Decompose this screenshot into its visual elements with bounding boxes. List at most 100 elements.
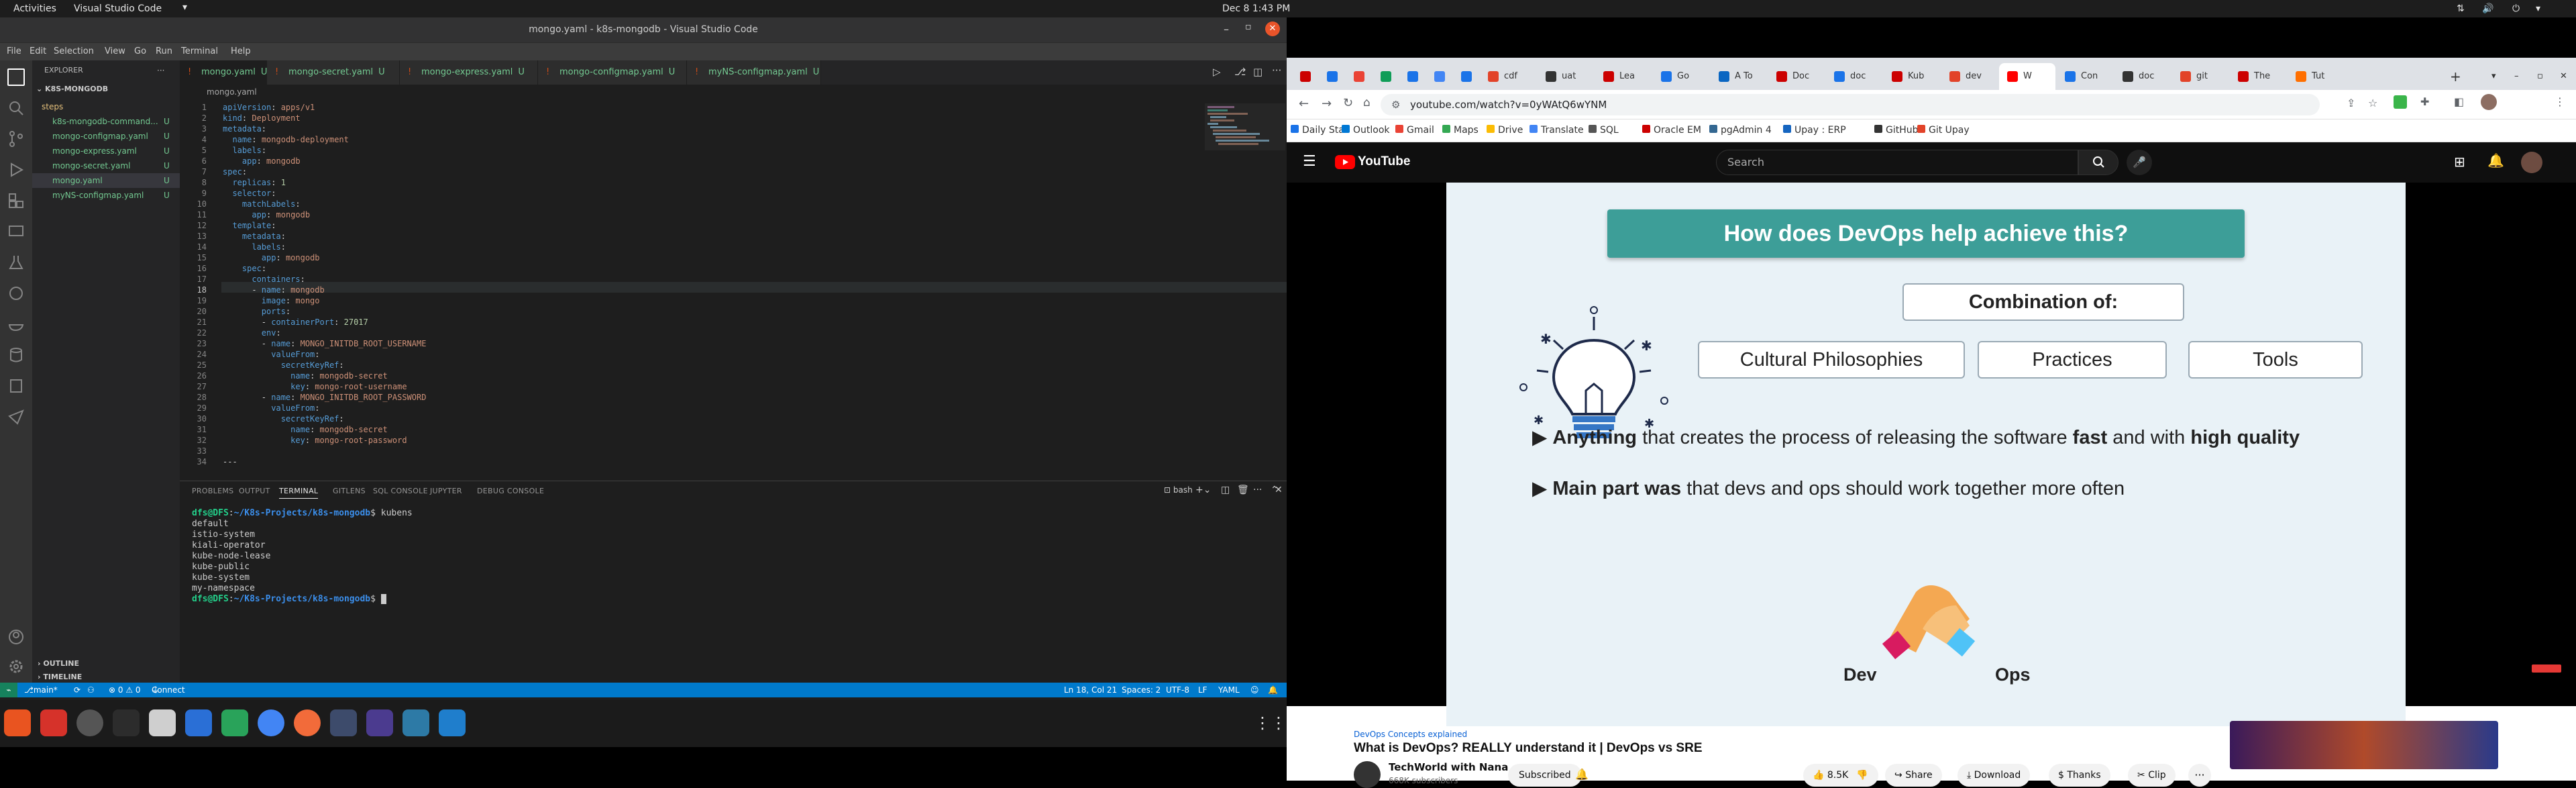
chrome-menu-icon[interactable]: ⋮ xyxy=(2555,95,2565,108)
browser-tab[interactable]: The xyxy=(2230,63,2286,90)
run-icon[interactable]: ▷ xyxy=(1213,66,1221,78)
screenshot-icon[interactable] xyxy=(402,709,429,736)
network-icon[interactable]: ⇅ xyxy=(2457,3,2465,14)
menu-terminal[interactable]: Terminal xyxy=(181,46,218,56)
docker-icon[interactable] xyxy=(7,315,25,333)
activities-button[interactable]: Activities xyxy=(13,3,56,14)
share-icon[interactable]: ⇪ xyxy=(2347,97,2355,109)
browser-tab[interactable] xyxy=(1453,63,1480,90)
back-icon[interactable]: ← xyxy=(1299,97,1309,111)
terminal-shell-label[interactable]: ⊡ bash xyxy=(1164,485,1193,495)
thanks-button[interactable]: $ Thanks xyxy=(2049,764,2110,787)
bookmark-item[interactable]: SQL xyxy=(1589,125,1619,136)
split-terminal-icon[interactable]: ◫ xyxy=(1221,485,1230,495)
minimap[interactable] xyxy=(1205,103,1285,164)
cursor-position[interactable]: Ln 18, Col 21 xyxy=(1064,683,1117,697)
video-frame[interactable]: How does DevOps help achieve this? ✱ ✱ ✱ xyxy=(1446,183,2406,726)
bookmark-item[interactable]: Daily Star xyxy=(1291,125,1348,136)
browser-tab[interactable]: uat xyxy=(1538,63,1594,90)
split-editor-icon[interactable]: ◫ xyxy=(1253,66,1263,78)
feedback-icon[interactable]: ☺ xyxy=(1250,683,1259,697)
menu-selection[interactable]: Selection xyxy=(54,46,94,56)
menu-help[interactable]: Help xyxy=(231,46,251,56)
profile-avatar[interactable] xyxy=(2481,94,2497,110)
player-area[interactable]: How does DevOps help achieve this? ✱ ✱ ✱ xyxy=(1287,183,2576,726)
encoding-status[interactable]: UTF-8 xyxy=(1166,683,1189,697)
remote-indicator-icon[interactable]: ⌁ xyxy=(0,683,17,697)
postman-icon[interactable] xyxy=(294,709,321,736)
file-item[interactable]: mongo-express.yaml U xyxy=(32,144,180,158)
tab-search-icon[interactable]: ▾ xyxy=(2486,63,2506,90)
download-button[interactable]: ⤓ Download xyxy=(1957,764,2031,787)
sync-icon[interactable]: ⟳ xyxy=(74,683,80,697)
browser-tab[interactable]: git xyxy=(2172,63,2229,90)
bookmark-star-icon[interactable]: ☆ xyxy=(2368,97,2377,109)
more-actions-icon[interactable]: ··· xyxy=(2188,764,2211,787)
file-item[interactable]: k8s-mongodb-command... U xyxy=(32,114,180,129)
menu-run[interactable]: Run xyxy=(156,46,172,56)
breadcrumb-file[interactable]: mongo.yaml xyxy=(207,87,257,97)
account-icon[interactable] xyxy=(7,628,25,646)
clock[interactable]: Dec 8 1:43 PM xyxy=(1222,3,1290,14)
side-panel-icon[interactable]: ◧ xyxy=(2454,95,2464,108)
gear-icon[interactable] xyxy=(7,658,25,675)
minimize-icon[interactable]: – xyxy=(2509,63,2529,90)
avatar[interactable] xyxy=(2521,152,2542,173)
ports-icon[interactable]: ⚇ xyxy=(87,683,95,697)
notifications-icon[interactable]: 🔔 xyxy=(2487,152,2504,168)
hashtag-link[interactable]: DevOps Concepts explained xyxy=(1354,730,1467,739)
extensions-icon[interactable] xyxy=(7,192,25,209)
browser-tab[interactable] xyxy=(1373,63,1399,90)
panel-tab[interactable]: SQL CONSOLE xyxy=(373,487,428,495)
language-status[interactable]: YAML xyxy=(1218,683,1240,697)
search-icon[interactable] xyxy=(7,99,25,117)
volume-icon[interactable]: 🔊 xyxy=(2482,3,2493,14)
remote-explorer-icon[interactable] xyxy=(7,223,25,240)
panel-tab[interactable]: OUTPUT xyxy=(239,487,270,495)
maximize-icon[interactable]: ▫ xyxy=(2532,63,2552,90)
menu-edit[interactable]: Edit xyxy=(30,46,46,56)
youtube-logo-icon[interactable] xyxy=(1335,155,1355,169)
send-icon[interactable] xyxy=(7,408,25,426)
terminal-icon[interactable] xyxy=(113,709,140,736)
more-actions-icon[interactable]: ··· xyxy=(1253,485,1262,495)
active-app-label[interactable]: Visual Studio Code xyxy=(74,3,162,14)
minimize-icon[interactable]: – xyxy=(1224,23,1229,36)
menu-view[interactable]: View xyxy=(105,46,125,56)
browser-tab[interactable]: Lea xyxy=(1595,63,1652,90)
editor-tab[interactable]: ! mongo-express.yaml U xyxy=(400,60,538,85)
files-icon[interactable] xyxy=(149,709,176,736)
reload-icon[interactable]: ↻ xyxy=(1343,96,1353,110)
menu-go[interactable]: Go xyxy=(134,46,146,56)
writer-icon[interactable] xyxy=(185,709,212,736)
browser-tab[interactable]: doc xyxy=(1826,63,1882,90)
calc-icon[interactable] xyxy=(221,709,248,736)
channel-name[interactable]: TechWorld with Nana xyxy=(1389,761,1508,773)
more-actions-icon[interactable]: ··· xyxy=(1272,64,1281,77)
bookmark-item[interactable]: pgAdmin 4 xyxy=(1709,125,1772,136)
browser-tab[interactable]: A To xyxy=(1711,63,1767,90)
bookmark-item[interactable]: GitHub xyxy=(1874,125,1919,136)
editor-tab[interactable]: ! mongo.yaml U xyxy=(180,60,267,85)
browser-tab[interactable]: Doc xyxy=(1768,63,1825,90)
close-icon[interactable]: ✕ xyxy=(2555,63,2575,90)
vscode-icon[interactable] xyxy=(439,709,466,736)
url-bar[interactable]: ⚙ youtube.com/watch?v=0yWAtQ6wYNM xyxy=(1381,94,2320,115)
panel-tab[interactable]: JUPYTER xyxy=(430,487,462,495)
database-icon[interactable] xyxy=(7,346,25,364)
branch-status[interactable]: ⎇ main* xyxy=(24,683,58,697)
file-item[interactable]: mongo-secret.yaml U xyxy=(32,158,180,173)
dbeaver-icon[interactable] xyxy=(330,709,357,736)
outline-section[interactable]: › OUTLINE xyxy=(38,656,185,671)
file-item[interactable]: steps xyxy=(32,99,180,114)
channel-avatar[interactable] xyxy=(1354,761,1381,788)
more-actions-icon[interactable]: ··· xyxy=(157,63,177,78)
new-tab-icon[interactable]: + xyxy=(2442,63,2469,90)
gitlens-icon[interactable] xyxy=(7,285,25,302)
browser-tab[interactable]: W xyxy=(1999,63,2055,90)
youtube-logo-text[interactable]: YouTube xyxy=(1358,154,1410,169)
home-icon[interactable]: ⌂ xyxy=(1363,96,1371,109)
panel-tab[interactable]: GITLENS xyxy=(333,487,366,495)
site-info-icon[interactable]: ⚙ xyxy=(1391,94,1400,115)
bookmark-item[interactable]: Outlook xyxy=(1342,125,1390,136)
